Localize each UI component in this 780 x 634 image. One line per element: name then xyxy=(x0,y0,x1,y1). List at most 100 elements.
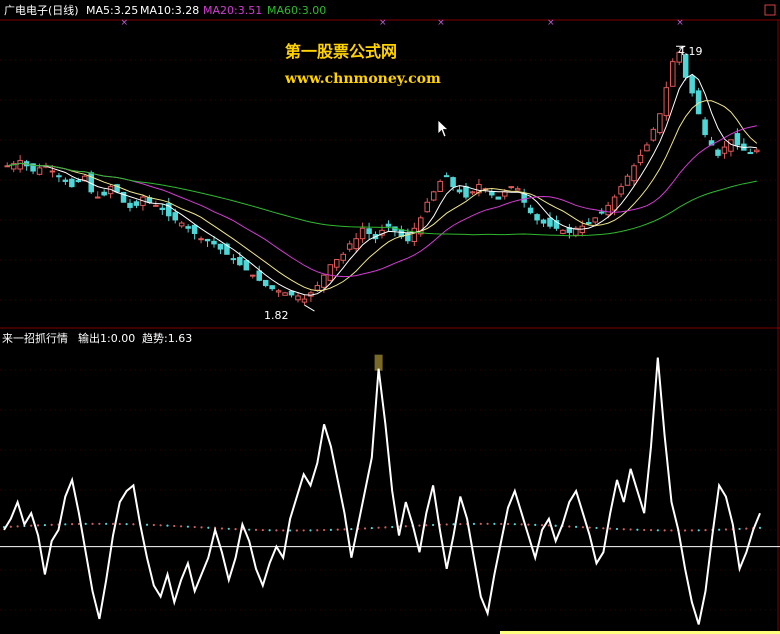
candle-body-29 xyxy=(191,224,198,234)
candle-body-95 xyxy=(618,186,624,195)
trend-dot-80 xyxy=(547,524,550,527)
trend-dot-10 xyxy=(71,523,74,526)
trend-dot-6 xyxy=(43,523,46,527)
candle-body-81 xyxy=(527,207,534,214)
candle-body-43 xyxy=(282,292,288,296)
candle-body-79 xyxy=(514,188,521,191)
candle-body-93 xyxy=(605,204,611,216)
candle-body-102 xyxy=(663,87,670,117)
candle-body-50 xyxy=(327,264,334,281)
signal-marker-2: × xyxy=(437,18,445,28)
candle-body-26 xyxy=(172,212,178,221)
candle-body-37 xyxy=(243,260,250,271)
candle-body-100 xyxy=(650,128,657,141)
trend-dot-111 xyxy=(758,526,762,530)
trend-dot-59 xyxy=(404,525,407,528)
high-leader-line xyxy=(676,45,686,49)
candle-body-9 xyxy=(62,179,69,182)
candle-body-24 xyxy=(159,207,166,211)
trend-dot-101 xyxy=(690,529,693,532)
trend-dot-89 xyxy=(609,527,612,530)
candle-body-75 xyxy=(489,191,495,196)
candle-body-112 xyxy=(728,139,734,152)
trend-dot-46 xyxy=(316,529,319,532)
candle-body-96 xyxy=(624,175,631,186)
trend-dot-13 xyxy=(91,522,94,525)
trend-dot-2 xyxy=(16,525,19,528)
arrow-cursor-icon xyxy=(437,119,450,138)
candle-body-30 xyxy=(198,238,204,241)
trend-dot-47 xyxy=(323,528,326,532)
trend-dot-87 xyxy=(595,526,598,530)
trend-dot-90 xyxy=(615,527,619,531)
candle-body-77 xyxy=(502,191,508,197)
trend-dot-12 xyxy=(84,522,87,525)
trend-dot-33 xyxy=(227,527,230,530)
candle-body-42 xyxy=(275,290,282,293)
trend-dot-77 xyxy=(527,523,530,526)
candle-body-106 xyxy=(689,75,695,94)
trend-dot-91 xyxy=(622,528,625,531)
candle-body-98 xyxy=(637,154,644,164)
candle-body-27 xyxy=(178,222,185,227)
trend-dot-50 xyxy=(343,528,346,531)
low-leader-line xyxy=(304,304,315,312)
candle-body-54 xyxy=(353,238,359,250)
candle-body-63 xyxy=(411,227,418,242)
signal-marker-0: × xyxy=(121,18,129,28)
candle-body-70 xyxy=(456,189,463,193)
candle-body-44 xyxy=(288,290,295,296)
candle-body-83 xyxy=(540,219,547,224)
trend-dot-19 xyxy=(132,523,135,526)
candle-body-15 xyxy=(101,191,107,196)
trend-dot-25 xyxy=(173,524,176,528)
trend-dot-69 xyxy=(472,522,476,525)
trend-dot-73 xyxy=(500,522,503,526)
trend-dot-32 xyxy=(220,527,224,530)
candle-body-110 xyxy=(715,149,721,156)
trend-dot-71 xyxy=(486,522,489,525)
candle-body-103 xyxy=(670,61,676,87)
trend-dot-49 xyxy=(336,528,339,531)
trend-dot-29 xyxy=(200,526,203,529)
trend-dot-5 xyxy=(36,524,40,527)
peak-highlight xyxy=(374,354,383,371)
trend-dot-103 xyxy=(704,529,707,532)
candle-body-49 xyxy=(321,274,327,288)
trend-dot-38 xyxy=(261,528,264,532)
candle-body-94 xyxy=(611,196,618,211)
trend-dot-48 xyxy=(329,528,333,531)
trend-dot-86 xyxy=(588,526,591,529)
signal-marker-1: × xyxy=(379,18,387,28)
trend-dot-67 xyxy=(459,522,462,526)
trend-dot-92 xyxy=(629,528,632,531)
candle-body-45 xyxy=(295,295,301,301)
candle-body-7 xyxy=(49,170,56,173)
candle-body-66 xyxy=(430,191,437,201)
window-restore-icon[interactable] xyxy=(764,4,776,16)
trend-dot-74 xyxy=(506,522,510,526)
candle-body-53 xyxy=(346,243,353,250)
candle-body-48 xyxy=(314,285,321,291)
candle-body-69 xyxy=(450,177,456,188)
trend-dot-40 xyxy=(275,529,278,532)
trend-dot-105 xyxy=(718,528,721,531)
candle-body-78 xyxy=(508,186,514,189)
candle-body-32 xyxy=(211,240,217,245)
candle-body-35 xyxy=(230,258,237,261)
trend-dot-15 xyxy=(105,522,108,525)
candle-body-51 xyxy=(334,259,340,268)
trend-dot-36 xyxy=(248,528,251,531)
candle-body-2 xyxy=(17,160,23,170)
candle-body-41 xyxy=(269,285,275,290)
candle-body-86 xyxy=(560,229,566,234)
trend-dot-28 xyxy=(193,525,196,529)
trend-dot-24 xyxy=(166,524,169,527)
indicator-line xyxy=(3,357,761,625)
trend-dot-70 xyxy=(479,522,482,525)
trend-dot-98 xyxy=(670,529,673,532)
candle-body-5 xyxy=(36,167,43,175)
candle-body-72 xyxy=(469,191,476,194)
trend-dot-18 xyxy=(125,523,128,526)
candle-body-23 xyxy=(153,204,159,207)
